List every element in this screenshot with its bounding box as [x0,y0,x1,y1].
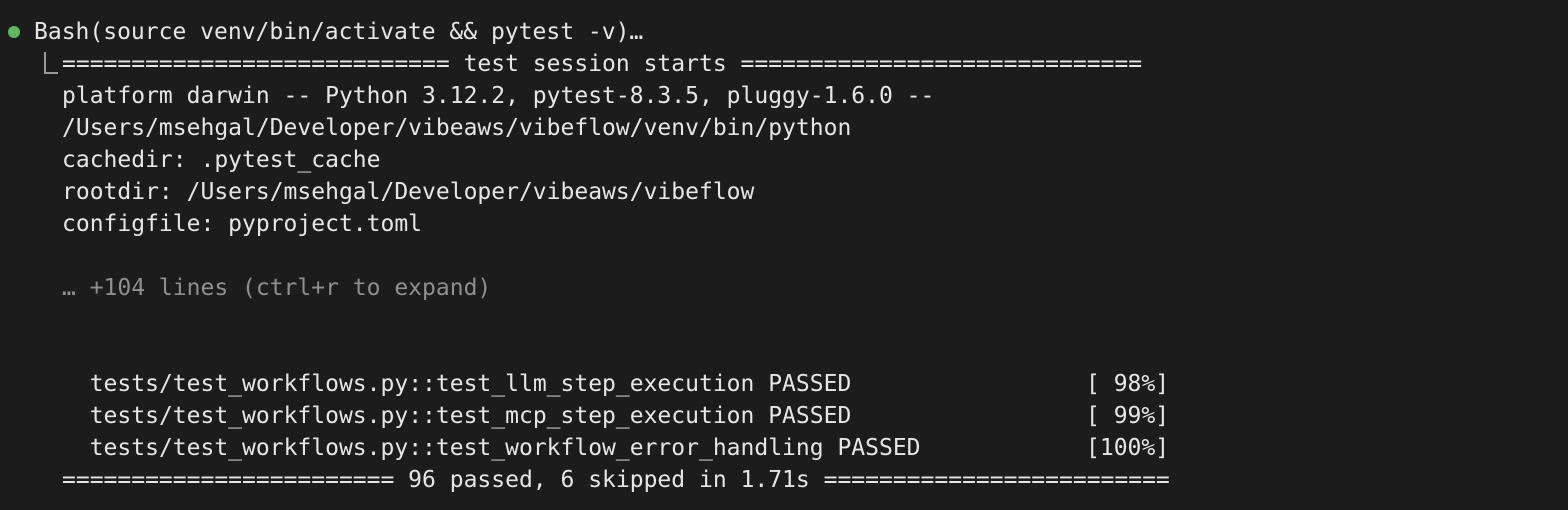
rootdir-line: rootdir: /Users/msehgal/Developer/vibeaw… [62,179,755,205]
session-header: ============================ test sessio… [62,51,1143,77]
collapsed-output-toggle[interactable]: … +104 lines (ctrl+r to expand) [62,272,491,304]
tree-connector-icon [44,52,58,74]
test-result-row: tests/test_workflows.py::test_llm_step_e… [62,336,1202,397]
test-result-row: tests/test_workflows.py::test_workflow_e… [62,400,1202,461]
configfile-line: configfile: pyproject.toml [62,211,423,237]
test-progress: [100%] [1086,435,1170,461]
command-line: Bash(source venv/bin/activate && pytest … [34,19,644,45]
terminal-window: { "colors": { "background": "#1c1c1c", "… [0,0,1568,510]
test-result-row: tests/test_workflows.py::test_mcp_step_e… [62,368,1202,429]
platform-line: platform darwin -- Python 3.12.2, pytest… [62,83,935,109]
python-path-line: /Users/msehgal/Developer/vibeaws/vibeflo… [62,115,852,141]
status-dot-icon [8,26,20,38]
cachedir-line: cachedir: .pytest_cache [62,147,381,173]
test-summary: ======================== 96 passed, 6 sk… [62,467,1170,493]
test-name: tests/test_workflows.py::test_workflow_e… [89,435,921,461]
